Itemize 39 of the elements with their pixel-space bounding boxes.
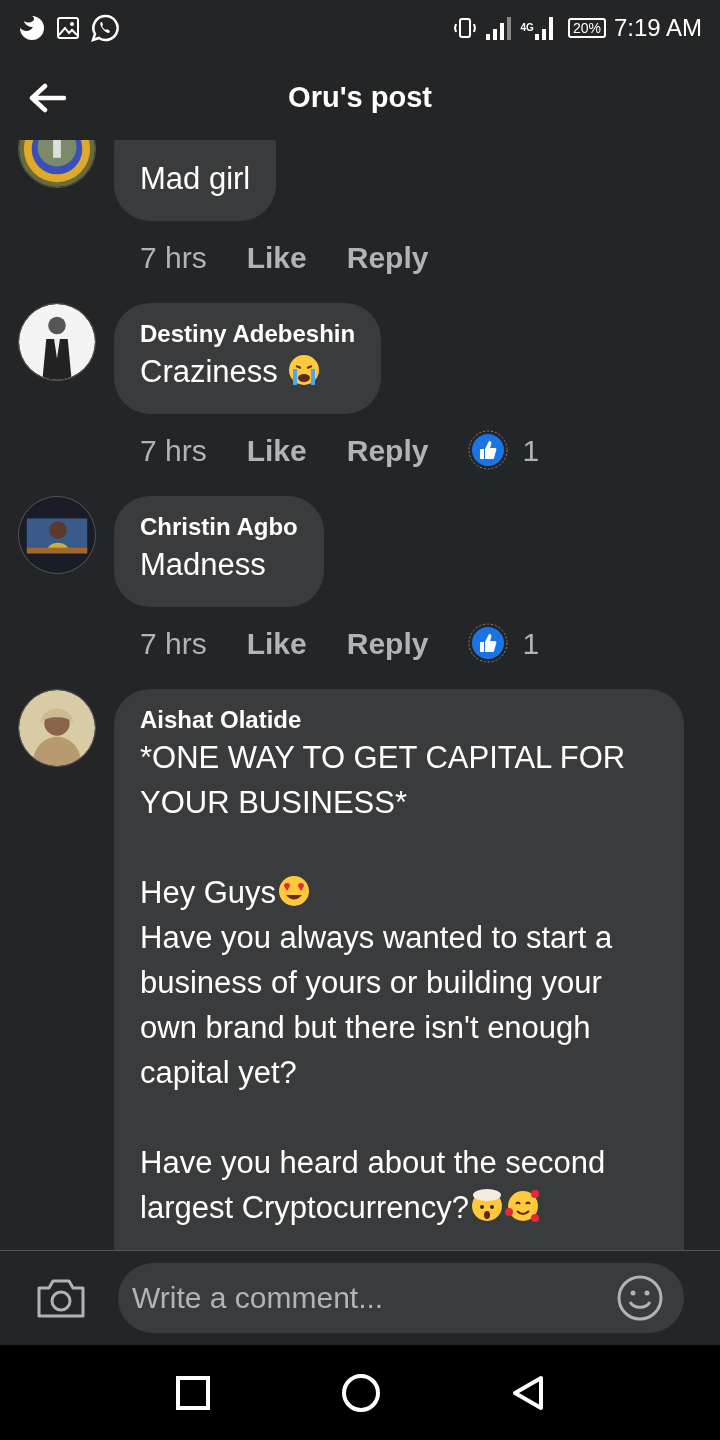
reaction-count: 1	[522, 432, 540, 469]
image-icon	[56, 15, 80, 40]
back-icon[interactable]	[511, 1374, 545, 1411]
comment-text: Craziness	[140, 354, 279, 389]
comment-text: Hey Guys	[140, 875, 277, 910]
comment-text: Have you always wanted to start a business of yours or building your own brand but there isn't enough capital yet?	[140, 920, 613, 1090]
app-logo-icon	[18, 13, 46, 42]
comment-author[interactable]: Destiny Adebeshin	[140, 319, 356, 349]
like-link[interactable]: Like	[246, 427, 307, 473]
comment-text: *ONE WAY TO GET CAPITAL FOR YOUR BUSINESS*	[140, 740, 626, 820]
chat-phone-icon	[90, 12, 120, 43]
comment-text: Madness	[140, 547, 266, 582]
reaction-count: 1	[522, 625, 540, 662]
recent-apps-icon[interactable]	[175, 1374, 211, 1411]
page-title: Oru's post	[288, 79, 432, 115]
clock: 7:19 AM	[613, 12, 702, 43]
reply-link[interactable]: Reply	[346, 234, 429, 280]
battery-indicator: 20%	[567, 17, 606, 38]
comment-time: 7 hrs	[140, 432, 207, 469]
home-icon[interactable]	[341, 1372, 381, 1413]
vibrate-icon	[452, 15, 477, 40]
back-arrow-icon[interactable]	[28, 82, 66, 113]
comment-time: 7 hrs	[140, 239, 207, 276]
smiling-face-hearts-icon	[505, 1188, 542, 1224]
comment-text: Mad girl	[140, 161, 251, 196]
reply-link[interactable]: Reply	[346, 620, 429, 666]
thumbs-up-icon	[468, 430, 509, 470]
smiley-icon[interactable]	[616, 1274, 664, 1322]
camera-icon[interactable]	[36, 1277, 86, 1319]
comment-time: 7 hrs	[140, 625, 207, 662]
comment-author[interactable]: Christin Agbo	[140, 512, 298, 542]
comment-text: largest Cryptocurrency?	[140, 1190, 470, 1225]
reply-link[interactable]: Reply	[346, 427, 429, 473]
comment-author[interactable]: Aishat Olatide	[140, 705, 658, 735]
like-link[interactable]: Like	[246, 234, 307, 280]
network-label: 4G	[520, 22, 534, 33]
like-link[interactable]: Like	[246, 620, 307, 666]
comment-text: Have you heard about the second	[140, 1145, 606, 1180]
thumbs-up-icon	[468, 623, 509, 663]
